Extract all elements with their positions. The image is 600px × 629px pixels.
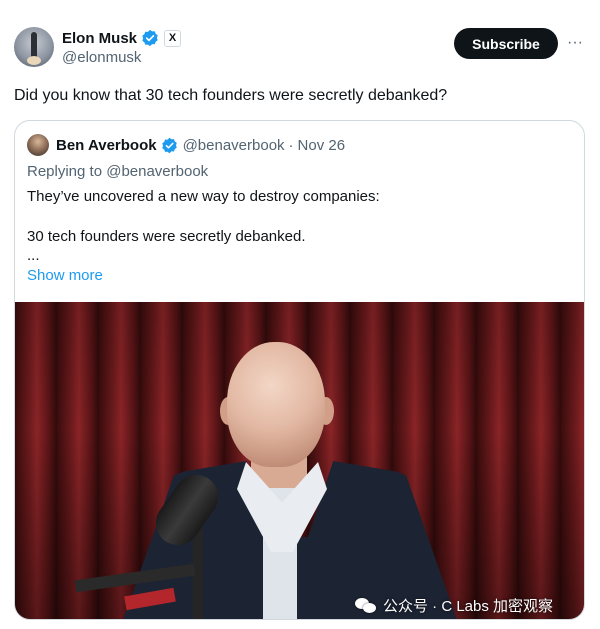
verified-badge-icon bbox=[161, 137, 177, 153]
quoted-tweet-card[interactable]: Ben Averbook @benaverbook · Nov 26 Reply… bbox=[14, 120, 585, 620]
quoted-author-name[interactable]: Ben Averbook bbox=[56, 137, 157, 154]
quoted-tweet-text-line: 30 tech founders were secretly debanked. bbox=[27, 228, 306, 245]
rocket-image bbox=[31, 32, 37, 58]
verified-badge-icon bbox=[142, 29, 158, 47]
quoted-tweet-ellipsis: ... bbox=[27, 247, 40, 264]
quoted-author-avatar[interactable] bbox=[27, 134, 49, 156]
show-more-link[interactable]: Show more bbox=[27, 267, 103, 284]
subscribe-button[interactable]: Subscribe bbox=[454, 28, 558, 59]
x-affiliate-badge-icon[interactable]: X bbox=[164, 29, 182, 47]
author-avatar[interactable] bbox=[14, 27, 54, 67]
replying-to-text: Replying to @benaverbook bbox=[27, 163, 209, 180]
rocket-exhaust-image bbox=[27, 56, 41, 65]
quoted-tweet-header: Ben Averbook @benaverbook · Nov 26 bbox=[27, 133, 345, 157]
separator-dot: · bbox=[288, 136, 294, 154]
wechat-icon bbox=[355, 597, 377, 614]
author-name[interactable]: Elon Musk bbox=[62, 30, 137, 47]
watermark-text: 公众号 · C Labs 加密观察 bbox=[383, 598, 554, 615]
quoted-author-handle[interactable]: @benaverbook bbox=[183, 137, 285, 154]
person-head bbox=[227, 342, 325, 467]
quoted-tweet-media-image[interactable] bbox=[15, 302, 584, 619]
more-options-icon[interactable]: ··· bbox=[564, 32, 586, 54]
quoted-tweet-date[interactable]: Nov 26 bbox=[298, 137, 346, 154]
tweet-header: Elon Musk X @elonmusk Subscribe ··· bbox=[14, 27, 586, 69]
tweet-text: Did you know that 30 tech founders were … bbox=[14, 87, 448, 104]
author-name-row: Elon Musk X bbox=[62, 28, 182, 48]
quoted-tweet-text-line: They’ve uncovered a new way to destroy c… bbox=[27, 188, 380, 205]
author-handle[interactable]: @elonmusk bbox=[62, 49, 141, 66]
watermark: 公众号 · C Labs 加密观察 bbox=[355, 595, 553, 616]
